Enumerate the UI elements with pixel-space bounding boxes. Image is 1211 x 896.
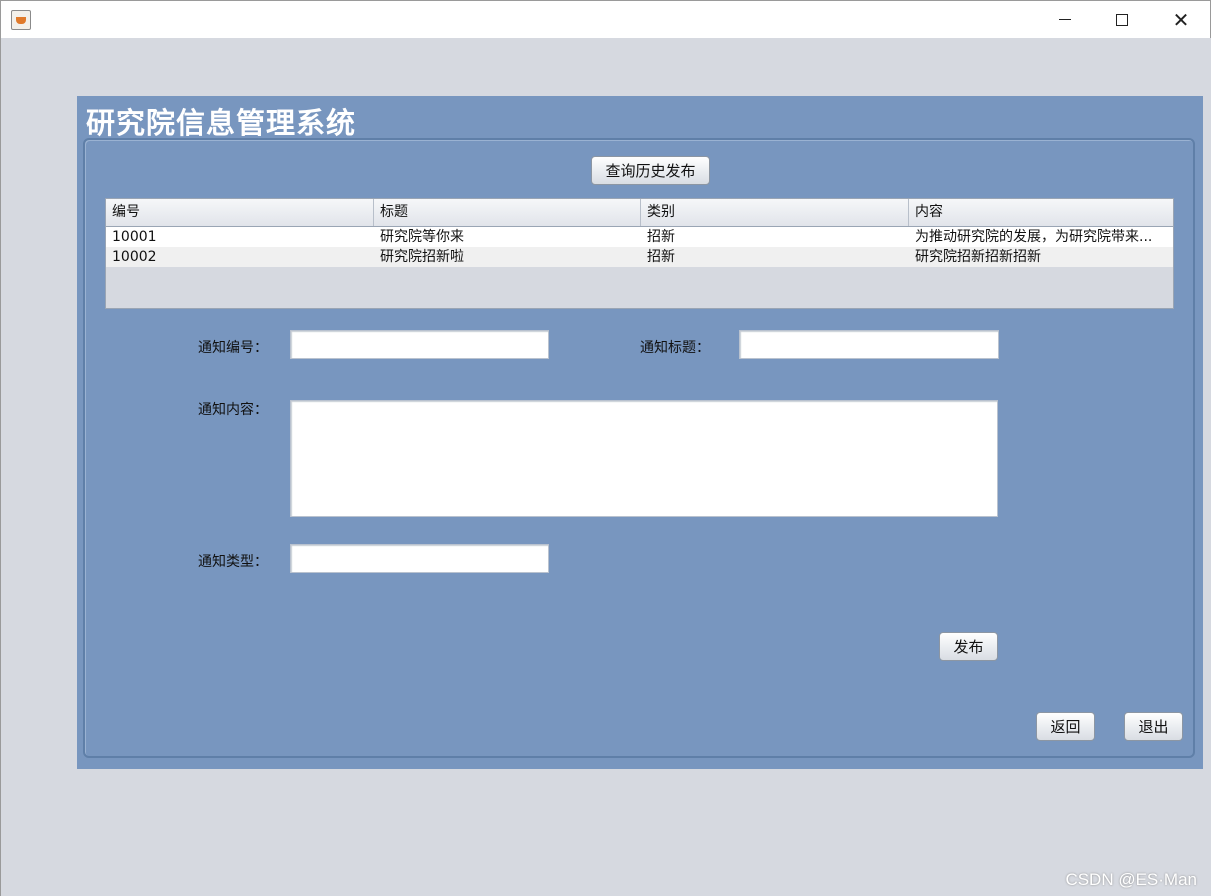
notice-id-input[interactable] [290,330,549,359]
cell-title: 研究院招新啦 [380,249,464,265]
notice-type-input[interactable] [290,544,549,573]
notice-table[interactable]: 编号 标题 类别 内容 10001 研究院等你来 招新 为推动研究院的发展，为研… [105,198,1174,309]
notice-title-input[interactable] [739,330,999,359]
exit-button[interactable]: 退出 [1124,712,1183,741]
cell-id: 10002 [112,249,157,265]
cell-category: 招新 [647,229,675,245]
window-titlebar: ✕ [0,0,1211,38]
notice-type-label: 通知类型： [198,554,268,570]
notice-content-label: 通知内容： [198,402,268,418]
watermark: CSDN @ES·Man [1065,870,1197,889]
java-app-icon [11,10,31,30]
maximize-button[interactable] [1093,1,1151,38]
publish-button[interactable]: 发布 [939,632,998,661]
notice-content-textarea[interactable] [290,400,998,517]
cell-category: 招新 [647,249,675,265]
maximize-icon [1116,13,1128,26]
column-header-title[interactable]: 标题 [374,199,641,226]
notice-title-label: 通知标题： [640,340,710,356]
cell-content: 为推动研究院的发展，为研究院带来... [915,229,1153,245]
window-border [0,38,1,896]
minimize-icon [1059,19,1071,20]
query-history-button[interactable]: 查询历史发布 [591,156,710,185]
back-button[interactable]: 返回 [1036,712,1095,741]
minimize-button[interactable] [1036,1,1094,38]
cell-title: 研究院等你来 [380,229,464,245]
column-header-id[interactable]: 编号 [106,199,374,226]
close-button[interactable]: ✕ [1152,1,1210,38]
notice-id-label: 通知编号： [198,340,268,356]
cell-id: 10001 [112,229,157,245]
table-row[interactable]: 10001 研究院等你来 招新 为推动研究院的发展，为研究院带来... [106,227,1173,247]
close-icon: ✕ [1172,7,1190,32]
column-header-category[interactable]: 类别 [641,199,909,226]
system-title: 研究院信息管理系统 [86,106,357,140]
table-row[interactable]: 10002 研究院招新啦 招新 研究院招新招新招新 [106,247,1173,267]
column-header-content[interactable]: 内容 [909,199,1173,226]
table-header: 编号 标题 类别 内容 [106,199,1173,227]
cell-content: 研究院招新招新招新 [915,249,1041,265]
